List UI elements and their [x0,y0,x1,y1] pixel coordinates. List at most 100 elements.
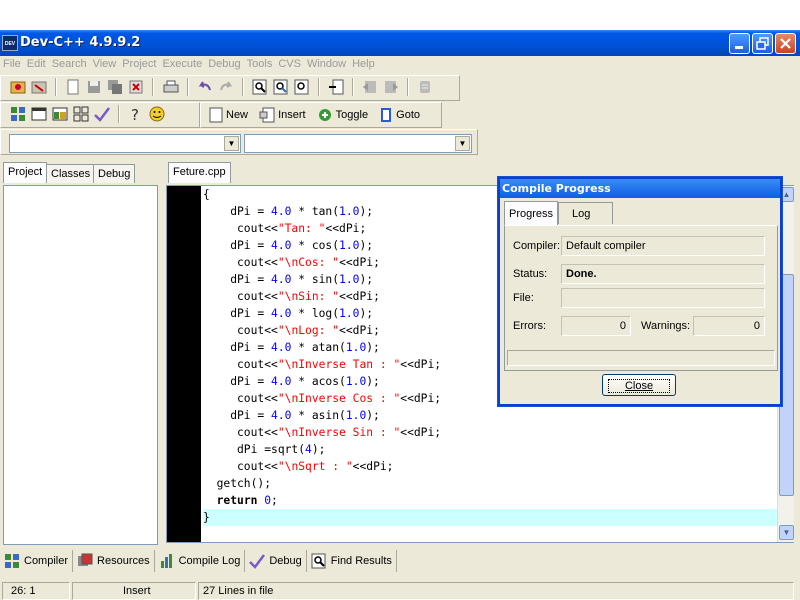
status-bar: 26: 1 Insert 27 Lines in file [0,582,800,600]
tab-classes[interactable]: Classes [46,164,96,183]
class-toolbar: ▼ ▼ [0,129,478,155]
close-file-icon[interactable] [127,78,145,96]
menu-view[interactable]: View [90,56,120,70]
code-line[interactable]: } [203,509,777,526]
insert-button-label: Insert [278,109,306,121]
menu-project[interactable]: Project [119,56,159,70]
menu-tools[interactable]: Tools [244,56,276,70]
about-icon[interactable] [148,105,166,123]
dropdown-arrow-icon[interactable]: ▼ [224,136,239,151]
prev-page-icon[interactable] [361,78,379,96]
compile-icon[interactable] [9,105,27,123]
tab-compile-log[interactable]: Compile Log [155,550,246,572]
menu-window[interactable]: Window [304,56,349,70]
menu-debug[interactable]: Debug [205,56,243,70]
tab-progress[interactable]: Progress [504,201,559,225]
tab-debug[interactable]: Debug [93,164,136,183]
goto-line-icon[interactable] [327,78,345,96]
menu-execute[interactable]: Execute [159,56,205,70]
member-selector[interactable]: ▼ [244,134,472,153]
toggle-bookmark-icon[interactable] [416,78,434,96]
help-icon[interactable]: ? [127,105,145,124]
status-value: Done. [561,264,765,284]
title-bar[interactable]: DEV Dev-C++ 4.9.9.2 [0,30,800,56]
find-icon[interactable] [251,78,269,96]
redo-icon[interactable] [217,78,235,96]
toolbar-separator [241,78,244,96]
project-browser[interactable] [3,185,158,545]
close-button-label: Close [607,379,671,393]
toolbar-separator [318,78,320,96]
toolbar-separator [407,78,410,96]
code-line[interactable]: dPi =sqrt(4); [203,441,777,458]
goto-button-label: Goto [396,109,420,121]
insert-button[interactable]: Insert [255,105,310,125]
code-line[interactable]: getch(); [203,475,777,492]
replace-icon[interactable] [272,78,290,96]
tab-debug-label: Debug [269,555,302,567]
compiler-value: Default compiler [561,236,765,256]
scroll-down-icon[interactable]: ▼ [779,525,794,540]
main-toolbar [0,75,460,101]
bottom-tab-bar: Compiler Resources Compile Log Debug Find Re… [0,550,800,576]
minimize-icon[interactable] [729,33,750,54]
tab-feture-cpp[interactable]: Feture.cpp [168,162,231,183]
menu-cvs[interactable]: CVS [275,56,304,70]
svg-text:?: ? [131,106,139,123]
open-project-icon[interactable] [9,78,27,96]
warnings-value: 0 [693,316,765,336]
menu-help[interactable]: Help [349,56,378,70]
new-button[interactable]: New [205,105,252,125]
undo-icon[interactable] [196,78,214,96]
find-next-icon[interactable] [293,78,311,96]
tab-debug-output[interactable]: Debug [245,550,307,572]
close-project-icon[interactable] [30,78,48,96]
toggle-button-label: Toggle [335,109,369,121]
warnings-label: Warnings: [641,320,691,332]
save-all-icon[interactable] [106,78,124,96]
check-syntax-icon[interactable] [93,105,111,123]
errors-value: 0 [561,316,631,336]
next-page-icon[interactable] [382,78,400,96]
goto-button[interactable]: Goto [375,105,424,125]
close-button[interactable]: Close [602,374,676,396]
rebuild-all-icon[interactable] [72,105,90,123]
new-file-icon[interactable] [64,78,82,96]
tab-compiler-label: Compiler [24,555,69,567]
code-line[interactable]: dPi = 4.0 * asin(1.0); [203,407,777,424]
window-title: Dev-C++ 4.9.9.2 [20,35,141,50]
run-icon[interactable] [30,105,48,123]
toolbar-separator [152,78,155,96]
progress-page: Compiler: Default compiler Status: Done.… [504,225,778,371]
toolbar-separator [118,105,121,123]
code-line[interactable]: cout<<"\nSqrt : "<<dPi; [203,458,777,475]
toggle-button[interactable]: Toggle [313,105,372,125]
menu-file[interactable]: File [0,56,24,70]
menu-bar: File Edit Search View Project Execute Debug Too… [0,56,800,74]
edit-mode: Insert [72,582,196,600]
save-icon[interactable] [85,78,103,96]
restore-icon[interactable] [752,33,773,54]
tab-find-results[interactable]: Find Results [307,550,397,572]
cursor-position: 26: 1 [2,582,70,600]
compile-run-icon[interactable] [51,105,69,123]
print-icon[interactable] [162,78,180,96]
dropdown-arrow-icon[interactable]: ▼ [455,136,470,151]
app-logo-icon[interactable]: DEV [2,35,18,51]
file-value [561,288,765,308]
tab-project[interactable]: Project [3,162,48,183]
toolbar-separator [352,78,355,96]
class-selector[interactable]: ▼ [9,134,241,153]
menu-search[interactable]: Search [49,56,90,70]
tab-log[interactable]: Log [558,202,614,224]
menu-edit[interactable]: Edit [24,56,49,70]
close-window-icon[interactable] [775,33,796,54]
dialog-title[interactable]: Compile Progress [500,179,780,198]
code-line[interactable]: cout<<"\nInverse Sin : "<<dPi; [203,424,777,441]
tab-resources[interactable]: Resources [73,550,155,572]
line-gutter [167,186,201,542]
tab-find-results-label: Find Results [330,555,392,567]
tab-compiler[interactable]: Compiler [0,550,74,572]
code-line[interactable]: return 0; [203,492,777,509]
compile-progress-bar [507,350,775,366]
